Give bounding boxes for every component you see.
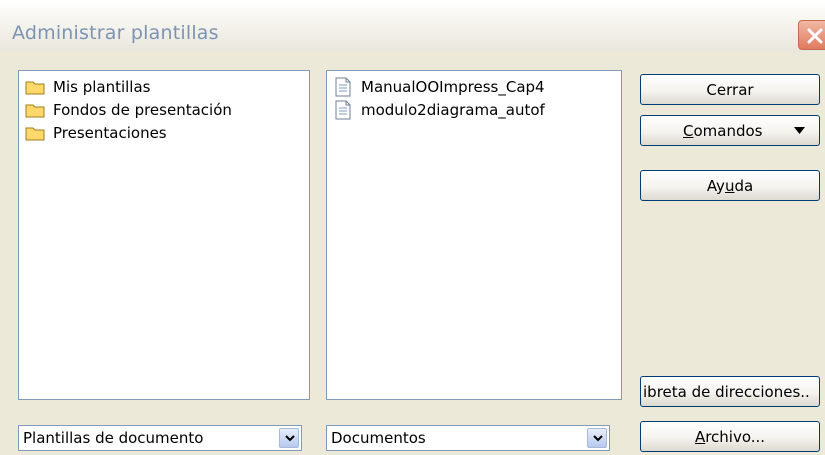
file-accel: A — [694, 427, 706, 446]
commands-label: omandos — [693, 121, 763, 140]
commands-button[interactable]: Comandos — [640, 115, 820, 146]
category-list[interactable]: Mis plantillas Fondos de presentación Pr… — [18, 70, 310, 400]
list-item-label: ManualOOImpress_Cap4 — [361, 77, 545, 96]
document-icon — [335, 77, 351, 96]
file-button[interactable]: Archivo... — [640, 421, 820, 452]
template-type-select[interactable]: Plantillas de documento — [18, 425, 302, 451]
folder-icon — [25, 81, 45, 94]
file-label: rchivo... — [705, 427, 766, 446]
help-label-post: da — [734, 176, 754, 195]
close-window-button[interactable] — [798, 20, 825, 50]
help-accel: u — [724, 176, 735, 195]
folder-icon — [25, 104, 45, 117]
list-item-label: Mis plantillas — [53, 77, 151, 96]
list-item-mis-plantillas[interactable]: Mis plantillas — [19, 75, 309, 98]
list-item-fondos[interactable]: Fondos de presentación — [19, 98, 309, 121]
document-icon — [335, 100, 351, 119]
help-label-pre: Ay — [706, 176, 725, 195]
address-book-button[interactable]: ibreta de direcciones.. — [640, 376, 820, 407]
folder-icon — [25, 127, 45, 140]
documents-value: Documentos — [331, 429, 426, 447]
chevron-down-icon — [285, 435, 295, 442]
template-type-dropdown-button[interactable] — [279, 428, 299, 448]
chevron-down-icon — [593, 435, 603, 442]
list-item-presentaciones[interactable]: Presentaciones — [19, 121, 309, 144]
list-item-label: modulo2diagrama_autof — [361, 100, 545, 119]
list-item-modulo2[interactable]: modulo2diagrama_autof — [327, 98, 621, 121]
list-item-label: Presentaciones — [53, 123, 167, 142]
document-list[interactable]: ManualOOImpress_Cap4 modulo2diagrama_aut… — [326, 70, 622, 400]
list-item-manual-impress[interactable]: ManualOOImpress_Cap4 — [327, 75, 621, 98]
close-button-label: Cerrar — [706, 80, 754, 99]
close-button[interactable]: Cerrar — [640, 74, 820, 105]
close-icon — [807, 28, 823, 44]
window-title: Administrar plantillas — [12, 22, 219, 44]
dropdown-arrow-icon — [794, 127, 805, 134]
help-button[interactable]: Ay u da — [640, 170, 820, 201]
title-bar: Administrar plantillas — [0, 0, 825, 52]
address-book-label: ibreta de direcciones.. — [643, 382, 810, 401]
documents-select[interactable]: Documentos — [326, 425, 610, 451]
template-type-value: Plantillas de documento — [23, 429, 204, 447]
documents-dropdown-button[interactable] — [587, 428, 607, 448]
list-item-label: Fondos de presentación — [53, 100, 232, 119]
commands-accel: C — [683, 121, 694, 140]
